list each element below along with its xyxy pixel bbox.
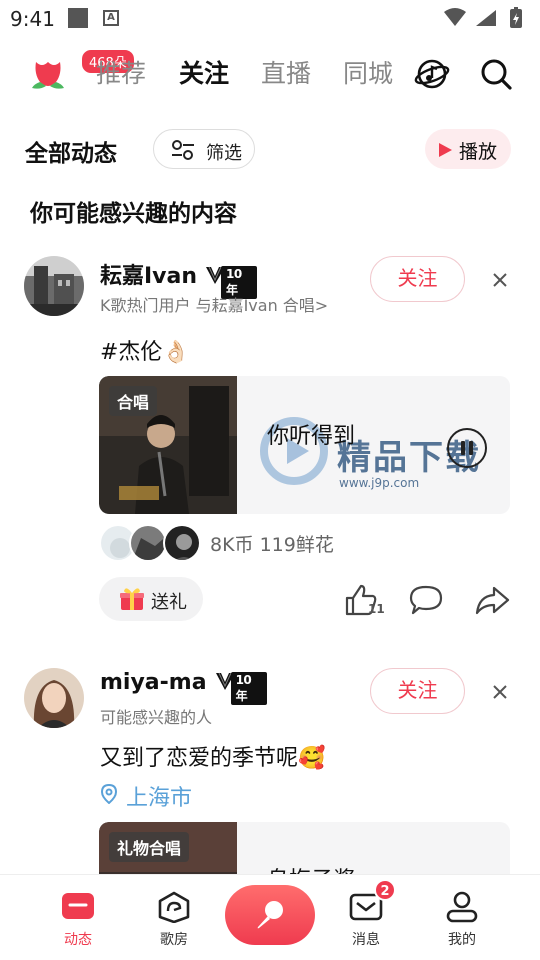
location-text: 上海市 [126,786,193,811]
like-count: 11 [368,602,385,616]
username[interactable]: 耘嘉Ivan 10年 [100,258,258,299]
play-all-button[interactable]: 播放 [425,129,511,169]
post-text: #杰伦👌🏻 [100,340,190,365]
username-text: 耘嘉Ivan [100,264,198,289]
vip-badge: 10年 [215,670,267,705]
message-badge: 2 [374,879,396,901]
vip-badge: 10年 [205,264,258,299]
send-gift-label: 送礼 [151,592,187,613]
tab-following[interactable]: 关注 [179,54,229,90]
filter-button[interactable]: 筛选 [153,129,255,169]
filter-label: 筛选 [206,143,242,164]
all-updates-title: 全部动态 [25,141,117,167]
sing-button[interactable] [225,885,315,945]
app-notification-icon: A [103,10,119,26]
avatar[interactable] [24,668,84,728]
flower-logo[interactable]: 468朵 [26,48,136,92]
user-subline[interactable]: 可能感兴趣的人 [100,704,212,728]
section-title: 你可能感兴趣的内容 [30,201,237,227]
close-icon[interactable] [488,268,512,292]
nav-rooms-label: 歌房 [160,932,188,948]
pause-button[interactable] [447,428,487,468]
bottom-nav: 动态 歌房 2 消息 我的 [0,874,540,960]
pause-icon [461,441,465,455]
tab-recommend[interactable]: 推荐 [96,54,146,90]
tab-live[interactable]: 直播 [261,54,311,90]
nav-feed-label: 动态 [64,932,92,948]
mic-icon [257,901,283,929]
gift-stats: 8K币 119鲜花 [210,534,334,556]
play-label: 播放 [459,141,498,163]
username[interactable]: miya-ma 10年 [100,670,267,705]
music-planet-icon[interactable] [414,56,450,92]
system-status-icons [444,7,522,28]
nav-feed[interactable]: 动态 [38,875,118,960]
status-bar: 9:41 A [0,0,540,36]
feed-header: 全部动态 筛选 播放 [0,126,540,174]
status-time: 9:41 [10,7,55,31]
username-text: miya-ma [100,670,207,695]
nav-profile-label: 我的 [448,932,476,948]
search-icon[interactable] [478,56,514,92]
avatar[interactable] [24,256,84,316]
filter-icon [172,140,194,160]
notification-icon [68,8,88,28]
song-title: 你听得到 [267,424,356,449]
share-icon[interactable] [474,582,510,618]
vip-years: 10年 [230,672,267,705]
top-nav: 468朵 推荐 关注 直播 同城 [0,44,540,104]
song-cover: 合唱 [99,376,237,514]
send-gift-button[interactable]: 送礼 [99,577,203,621]
room-icon [158,891,190,923]
nav-messages-label: 消息 [352,932,380,948]
location-pin-icon [100,784,118,804]
watermark-url: www.j9p.com [339,476,420,490]
gift-icon [120,588,144,610]
feed-post: 耘嘉Ivan 10年 K歌热门用户 与耘嘉Ivan 合唱> 关注 #杰伦👌🏻 合… [0,254,540,634]
gifter-avatar [163,524,201,562]
profile-icon [446,891,478,923]
comment-icon[interactable] [408,582,444,618]
follow-button[interactable]: 关注 [370,668,465,714]
song-tag: 礼物合唱 [109,832,190,862]
song-card[interactable]: 合唱 精品下载 www.j9p.com 你听得到 [99,376,510,514]
nav-messages[interactable]: 2 消息 [326,875,406,960]
song-tag: 合唱 [109,386,158,416]
tab-nearby[interactable]: 同城 [343,54,393,90]
close-icon[interactable] [488,680,512,704]
user-subline[interactable]: K歌热门用户 与耘嘉Ivan 合唱> [100,292,328,316]
post-text: 又到了恋爱的季节呢🥰 [100,746,326,771]
feed-icon [62,893,94,919]
nav-rooms[interactable]: 歌房 [134,875,214,960]
gift-stats-row[interactable]: 8K币 119鲜花 [99,524,519,564]
flower-icon [32,62,64,89]
feed-post: miya-ma 10年 可能感兴趣的人 关注 又到了恋爱的季节呢🥰 上海市 礼物… [0,666,540,960]
nav-profile[interactable]: 我的 [422,875,502,960]
follow-button[interactable]: 关注 [370,256,465,302]
play-icon [439,143,452,157]
gifter-avatar [129,524,167,562]
